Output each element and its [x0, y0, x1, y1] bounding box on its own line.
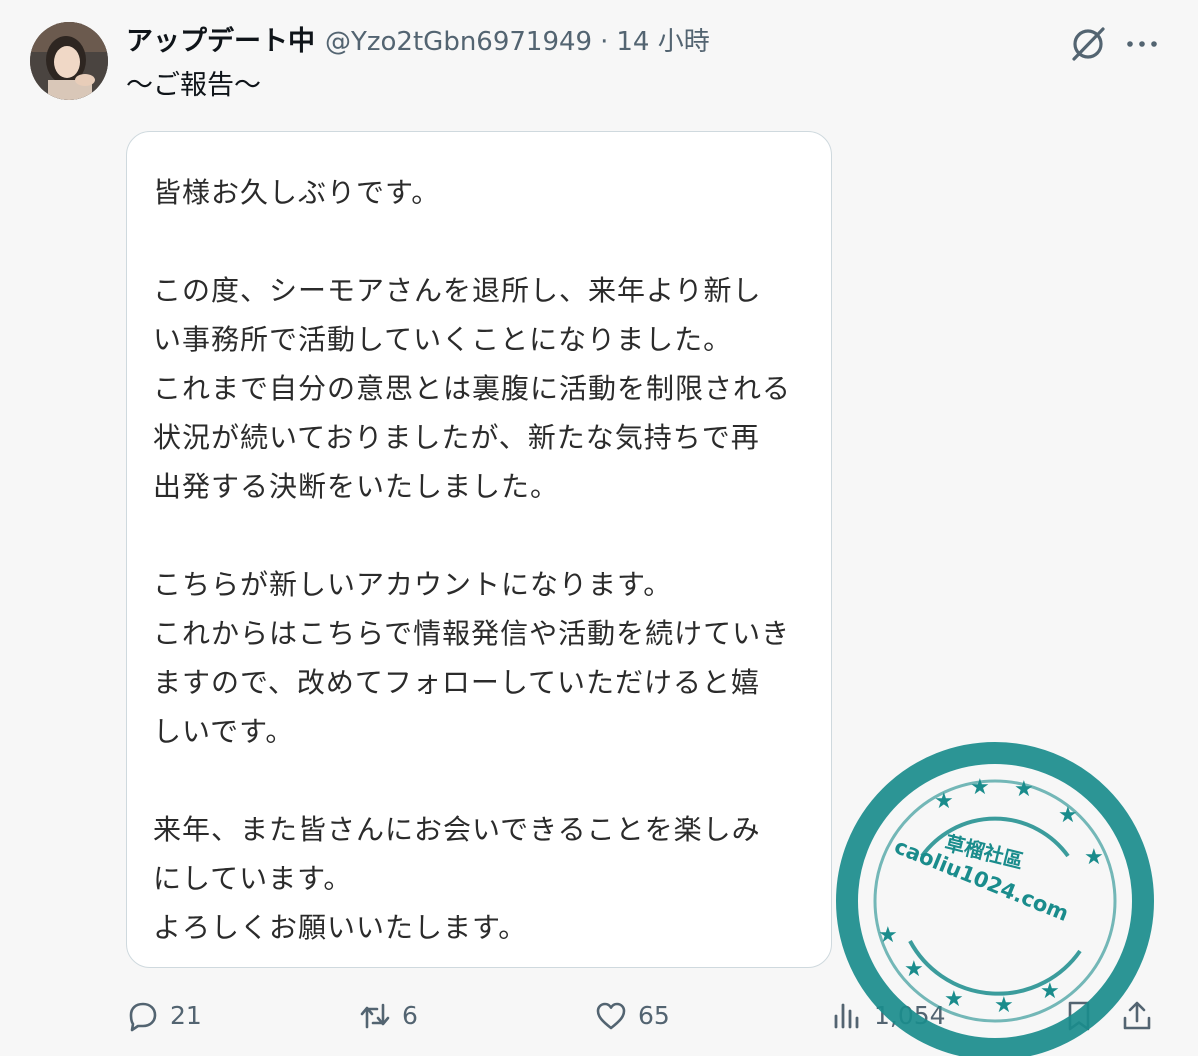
- more-icon: [1127, 41, 1157, 47]
- display-name[interactable]: アップデート中: [126, 22, 315, 62]
- more-options-button[interactable]: [1120, 22, 1164, 66]
- retweet-count: 6: [402, 1001, 418, 1030]
- svg-text:★: ★: [878, 923, 898, 948]
- timestamp[interactable]: 14 小時: [616, 22, 709, 62]
- media-paragraph: 皆様お久しぶりです。: [153, 176, 441, 209]
- retweet-button[interactable]: 6: [358, 994, 418, 1038]
- views-count: 1,054: [874, 1001, 946, 1030]
- svg-text:★: ★: [904, 957, 924, 982]
- header-separator: ·: [600, 27, 609, 57]
- grok-button[interactable]: [1066, 22, 1110, 66]
- share-button[interactable]: [1120, 994, 1154, 1038]
- avatar[interactable]: [30, 22, 108, 100]
- media-image[interactable]: 皆様お久しぶりです。 この度、シーモアさんを退所し、来年より新し い事務所で活動…: [126, 131, 832, 968]
- media-paragraph: こちらが新しいアカウントになります。 これからはこちらで情報発信や活動を続けてい…: [153, 568, 791, 748]
- svg-text:★: ★: [970, 775, 990, 800]
- retweet-icon: [360, 1003, 390, 1029]
- grok-icon: [1072, 27, 1105, 61]
- reply-icon: [129, 1002, 157, 1032]
- analytics-icon: [834, 1003, 859, 1029]
- tweet-header: アップデート中 @Yzo2tGbn6971949 · 14 小時: [126, 22, 710, 62]
- svg-text:★: ★: [1084, 845, 1104, 870]
- bookmark-icon: [1068, 1001, 1090, 1031]
- action-bar: 21 6 65 1,054: [126, 994, 1166, 1038]
- tweet: アップデート中 @Yzo2tGbn6971949 · 14 小時 ～ご報告～ 皆…: [0, 0, 1198, 1056]
- avatar-photo: [30, 22, 108, 100]
- watermark-line2: caoliu1024.com: [891, 834, 1072, 926]
- bookmark-button[interactable]: [1062, 994, 1096, 1038]
- tweet-caption: ～ご報告～: [126, 70, 261, 101]
- media-text-block: 皆様お久しぶりです。 この度、シーモアさんを退所し、来年より新し い事務所で活動…: [153, 168, 823, 952]
- share-icon: [1123, 1001, 1151, 1030]
- like-button[interactable]: 65: [594, 994, 670, 1038]
- heart-icon: [596, 1002, 626, 1030]
- media-paragraph: この度、シーモアさんを退所し、来年より新し い事務所で活動していくことになりまし…: [153, 274, 792, 503]
- media-paragraph: 来年、また皆さんにお会いできることを楽しみ にしています。 よろしくお願いいたし…: [153, 813, 761, 944]
- svg-text:★: ★: [1058, 803, 1078, 828]
- reply-button[interactable]: 21: [126, 994, 202, 1038]
- like-count: 65: [638, 1001, 670, 1030]
- svg-text:★: ★: [1014, 777, 1034, 802]
- watermark-line1: 草榴社區: [942, 831, 1025, 874]
- views-button[interactable]: 1,054: [830, 994, 946, 1038]
- reply-count: 21: [170, 1001, 202, 1030]
- user-handle[interactable]: @Yzo2tGbn6971949: [325, 22, 592, 62]
- svg-text:★: ★: [934, 789, 954, 814]
